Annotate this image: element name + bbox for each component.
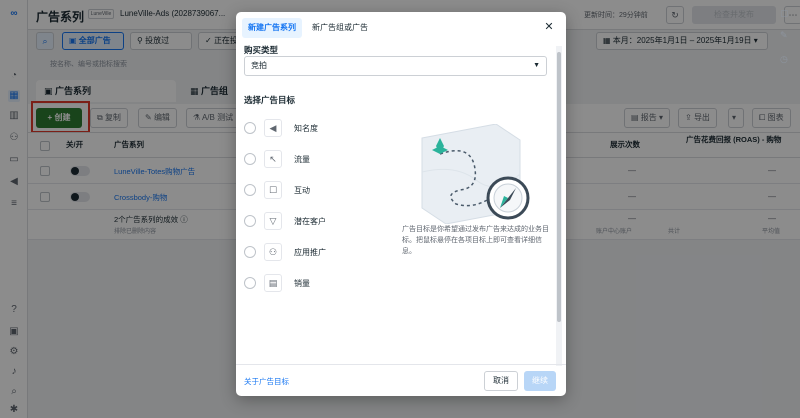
continue-button[interactable]: 继续 <box>524 371 556 391</box>
chevron-down-icon: ▼ <box>533 62 540 69</box>
chat-icon: ☐ <box>264 181 282 199</box>
buy-type-label: 购买类型 <box>244 45 279 55</box>
filter-icon: ▽ <box>264 212 282 230</box>
objective-label: 选择广告目标 <box>244 95 296 105</box>
people-icon: ⚇ <box>264 243 282 261</box>
about-objectives-link[interactable]: 关于广告目标 <box>244 376 289 387</box>
buy-type-select[interactable]: 竞拍 ▼ <box>244 56 547 76</box>
map-compass-illustration <box>421 124 530 224</box>
objective-engagement-label[interactable]: 互动 <box>294 185 310 196</box>
objective-radio-sales[interactable] <box>244 277 256 289</box>
objective-description: 广告目标是你希望通过发布广告来达成的业务目标。把鼠标悬停在各项目标上即可查看详细… <box>402 226 549 255</box>
create-campaign-dialog: 新建广告系列 新广告组或广告 ✕ 购买类型 竞拍 ▼ 选择广告目标 ◀ 知名度 … <box>236 12 566 396</box>
buy-type-value: 竞拍 <box>251 61 267 70</box>
megaphone-icon: ◀ <box>264 119 282 137</box>
edit-icon[interactable]: ✎ <box>780 30 788 41</box>
bag-icon: ▤ <box>264 274 282 292</box>
history-icon[interactable]: ◷ <box>780 54 788 65</box>
objective-radio-awareness[interactable] <box>244 122 256 134</box>
objective-radio-traffic[interactable] <box>244 153 256 165</box>
objective-leads-label[interactable]: 潜在客户 <box>294 216 326 227</box>
objective-sales-label[interactable]: 销量 <box>294 278 310 289</box>
scrollbar-thumb[interactable] <box>557 52 561 322</box>
objective-radio-engagement[interactable] <box>244 184 256 196</box>
cancel-button[interactable]: 取消 <box>484 371 518 391</box>
objective-app-promotion-label[interactable]: 应用推广 <box>294 247 326 258</box>
objective-awareness-label[interactable]: 知名度 <box>294 123 318 134</box>
objective-traffic-label[interactable]: 流量 <box>294 154 310 165</box>
close-icon[interactable]: ✕ <box>542 20 556 34</box>
objective-radio-app-promotion[interactable] <box>244 246 256 258</box>
panel-toggle-icon[interactable]: ▢ <box>780 8 789 19</box>
dialog-footer: 关于广告目标 取消 继续 <box>236 364 566 396</box>
cursor-icon: ↖ <box>264 150 282 168</box>
objective-radio-leads[interactable] <box>244 215 256 227</box>
tab-new-adset-or-ad[interactable]: 新广告组或广告 <box>306 18 374 38</box>
tab-new-campaign[interactable]: 新建广告系列 <box>242 18 302 38</box>
